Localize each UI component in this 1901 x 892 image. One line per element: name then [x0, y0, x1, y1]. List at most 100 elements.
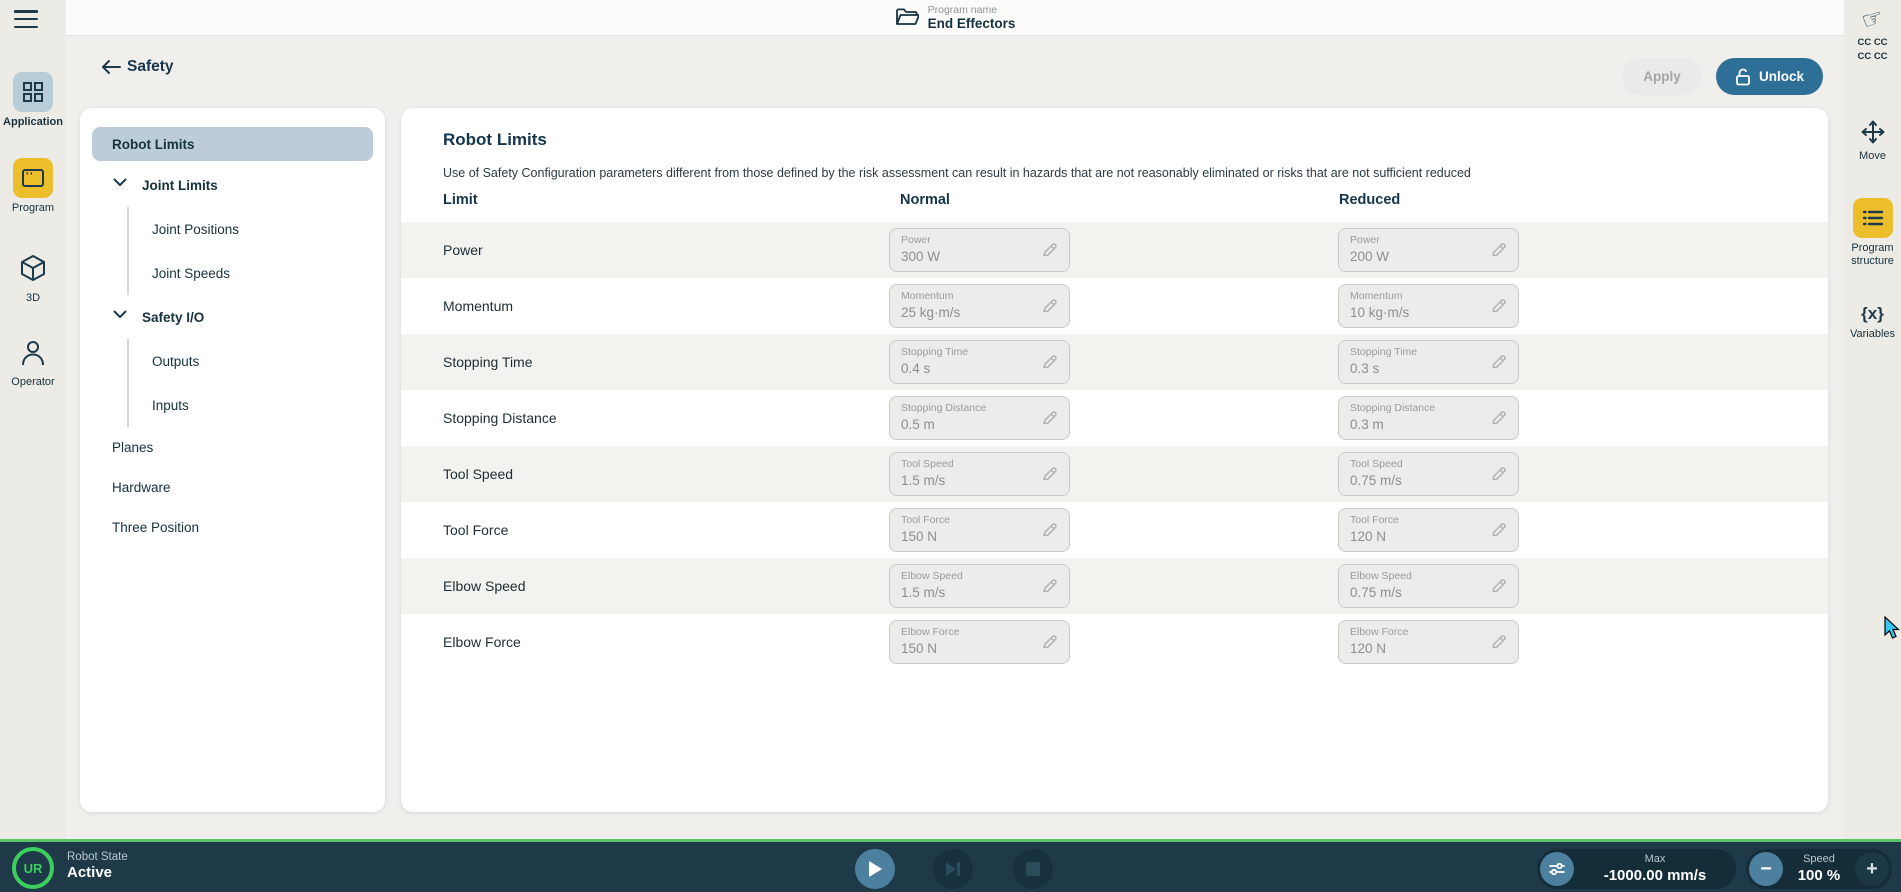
field-caption: Stopping Time: [1350, 346, 1488, 360]
speed-decrease-button[interactable]: −: [1749, 852, 1783, 886]
rail-item-variables[interactable]: {x} Variables: [1844, 304, 1901, 341]
safety-nav-panel: Robot Limits Joint Limits Joint Position…: [80, 108, 385, 812]
safety-nav-item[interactable]: Outputs: [80, 339, 385, 383]
hamburger-menu-icon[interactable]: [14, 10, 38, 28]
field-value: 150 N: [901, 640, 1039, 658]
field-value: 300 W: [901, 248, 1039, 266]
safety-nav-item[interactable]: Safety I/O: [80, 295, 385, 339]
sidebar-item-program[interactable]: Program: [0, 158, 66, 215]
rail-item-label: Move: [1859, 150, 1886, 163]
unlock-button[interactable]: Unlock: [1716, 58, 1823, 95]
field-value: 200 W: [1350, 248, 1488, 266]
edit-pencil-icon: [1041, 410, 1058, 427]
safety-nav-item[interactable]: Joint Positions: [80, 207, 385, 251]
column-header-normal: Normal: [900, 192, 950, 208]
sliders-icon: [1548, 861, 1566, 877]
max-label: Max: [1574, 853, 1736, 866]
limit-name: Momentum: [443, 298, 513, 314]
back-arrow-icon: [100, 58, 122, 76]
field-caption: Elbow Speed: [901, 570, 1039, 584]
play-icon: [867, 860, 883, 878]
rail-item-hand[interactable]: ☞ CC CC CC CC: [1844, 8, 1901, 65]
field-caption: Momentum: [901, 290, 1039, 304]
field-caption: Tool Force: [1350, 514, 1488, 528]
reduced-value-field[interactable]: Stopping Time 0.3 s: [1338, 340, 1519, 384]
robot-limits-panel: Robot Limits Use of Safety Configuration…: [401, 108, 1828, 812]
left-sidebar: Application Program 3D Operator: [0, 0, 66, 839]
program-name-block[interactable]: Program name End Effectors: [895, 4, 1016, 32]
stop-button[interactable]: [1013, 849, 1053, 889]
reduced-value-field[interactable]: Elbow Force 120 N: [1338, 620, 1519, 664]
reduced-value-field[interactable]: Elbow Speed 0.75 m/s: [1338, 564, 1519, 608]
edit-pencil-icon: [1490, 354, 1507, 371]
max-speed-pill[interactable]: Max -1000.00 mm/s: [1537, 849, 1736, 889]
reduced-value-field[interactable]: Momentum 10 kg·m/s: [1338, 284, 1519, 328]
edit-pencil-icon: [1041, 578, 1058, 595]
rail-item-program-structure[interactable]: Program structure: [1844, 198, 1901, 268]
field-caption: Stopping Time: [901, 346, 1039, 360]
field-value: 1.5 m/s: [901, 472, 1039, 490]
safety-nav-item[interactable]: Three Position: [80, 507, 385, 547]
edit-pencil-icon: [1490, 298, 1507, 315]
safety-nav-item-label: Joint Positions: [152, 222, 239, 237]
sidebar-item-3d[interactable]: 3D: [0, 248, 66, 305]
apply-button[interactable]: Apply: [1622, 58, 1702, 95]
reduced-value-field[interactable]: Stopping Distance 0.3 m: [1338, 396, 1519, 440]
normal-value-field[interactable]: Elbow Force 150 N: [889, 620, 1070, 664]
speed-increase-button[interactable]: +: [1855, 852, 1889, 886]
limit-name: Power: [443, 242, 483, 258]
stop-icon: [1026, 862, 1040, 876]
field-caption: Elbow Speed: [1350, 570, 1488, 584]
table-row: Tool Force Tool Force 150 N Tool Force 1…: [401, 502, 1828, 558]
sidebar-item-label: Application: [3, 116, 63, 129]
safety-nav-item-label: Robot Limits: [112, 137, 195, 152]
safety-nav-item-label: Outputs: [152, 354, 199, 369]
sidebar-item-label: 3D: [26, 292, 40, 305]
normal-value-field[interactable]: Stopping Time 0.4 s: [889, 340, 1070, 384]
chevron-down-icon: [113, 310, 127, 319]
limit-name: Elbow Speed: [443, 578, 526, 594]
safety-nav-item[interactable]: Joint Speeds: [80, 251, 385, 295]
play-button[interactable]: [855, 849, 895, 889]
normal-value-field[interactable]: Momentum 25 kg·m/s: [889, 284, 1070, 328]
sidebar-item-label: Program: [12, 202, 54, 215]
edit-pencil-icon: [1490, 578, 1507, 595]
speed-settings-button[interactable]: [1540, 852, 1574, 886]
field-value: 10 kg·m/s: [1350, 304, 1488, 322]
limit-name: Tool Speed: [443, 466, 513, 482]
safety-nav-item-label: Planes: [112, 440, 153, 455]
reduced-value-field[interactable]: Tool Force 120 N: [1338, 508, 1519, 552]
program-name-value: End Effectors: [928, 16, 1016, 32]
safety-nav-item-label: Three Position: [112, 520, 199, 535]
safety-nav-item-label: Joint Speeds: [152, 266, 230, 281]
speed-control-pill: − Speed 100 % +: [1746, 849, 1892, 889]
rail-item-move[interactable]: Move: [1844, 118, 1901, 163]
normal-value-field[interactable]: Stopping Distance 0.5 m: [889, 396, 1070, 440]
normal-value-field[interactable]: Elbow Speed 1.5 m/s: [889, 564, 1070, 608]
normal-value-field[interactable]: Tool Force 150 N: [889, 508, 1070, 552]
robot-state-block: Robot State Active: [67, 850, 128, 883]
sidebar-item-operator[interactable]: Operator: [0, 332, 66, 389]
reduced-value-field[interactable]: Power 200 W: [1338, 228, 1519, 272]
sidebar-item-application[interactable]: Application: [0, 72, 66, 129]
operator-person-icon: [13, 332, 53, 372]
safety-nav-item[interactable]: Planes: [80, 427, 385, 467]
limit-name: Stopping Time: [443, 354, 533, 370]
normal-value-field[interactable]: Power 300 W: [889, 228, 1070, 272]
column-header-limit: Limit: [443, 192, 478, 208]
normal-value-field[interactable]: Tool Speed 1.5 m/s: [889, 452, 1070, 496]
edit-pencil-icon: [1490, 242, 1507, 259]
robot-state-value: Active: [67, 864, 128, 883]
safety-nav-item[interactable]: Hardware: [80, 467, 385, 507]
cube-3d-icon: [13, 248, 53, 288]
column-header-reduced: Reduced: [1339, 192, 1400, 208]
safety-nav-item[interactable]: Inputs: [80, 383, 385, 427]
table-row: Stopping Time Stopping Time 0.4 s Stoppi…: [401, 334, 1828, 390]
edit-pencil-icon: [1041, 298, 1058, 315]
safety-nav-item[interactable]: Joint Limits: [80, 163, 385, 207]
back-button[interactable]: [96, 52, 126, 82]
step-button[interactable]: [933, 849, 973, 889]
safety-nav-item[interactable]: Robot Limits: [92, 127, 373, 161]
field-caption: Elbow Force: [1350, 626, 1488, 640]
reduced-value-field[interactable]: Tool Speed 0.75 m/s: [1338, 452, 1519, 496]
